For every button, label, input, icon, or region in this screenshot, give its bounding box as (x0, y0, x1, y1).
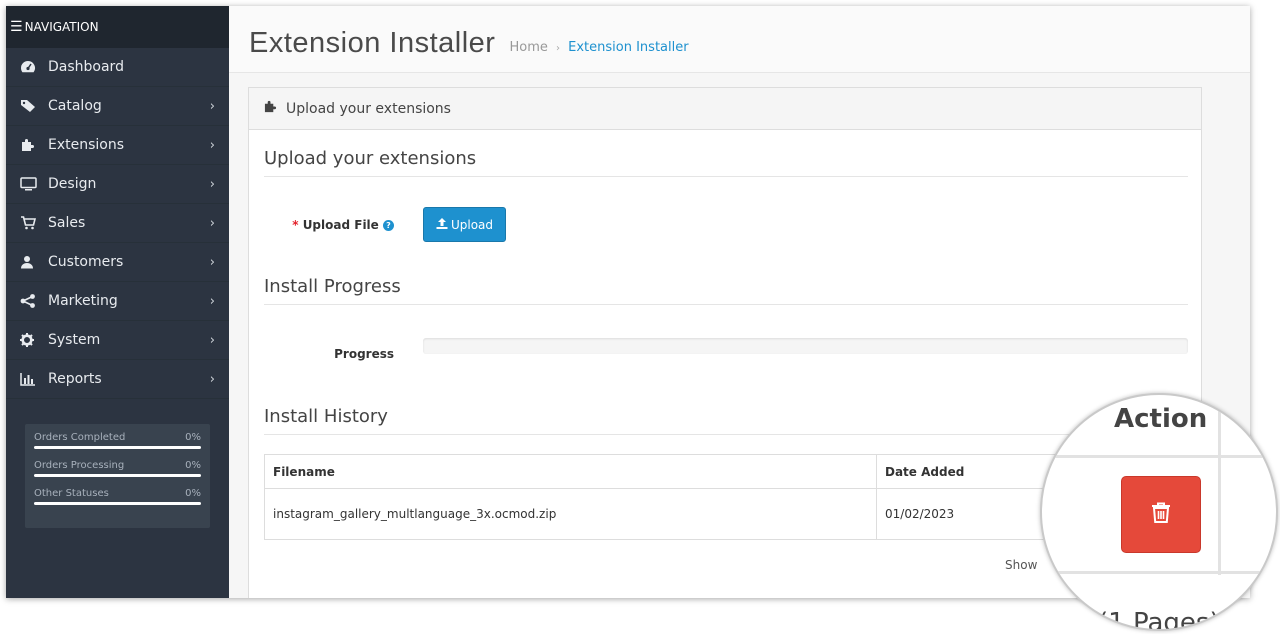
sidebar-item-extensions[interactable]: Extensions › (6, 126, 229, 165)
stat-orders-processing: Orders Processing 0% (34, 460, 201, 477)
column-filename[interactable]: Filename (264, 454, 877, 489)
monitor-icon (20, 177, 48, 191)
panel-heading: Upload your extensions (249, 88, 1201, 130)
breadcrumb-home-link[interactable]: Home (509, 40, 547, 55)
divider (1042, 455, 1276, 458)
stat-progress-bar (34, 474, 201, 477)
stat-label: Orders Processing (34, 460, 125, 471)
sidebar-item-label: Sales (48, 215, 86, 231)
panel-heading-label: Upload your extensions (286, 100, 451, 117)
sidebar-item-customers[interactable]: Customers › (6, 243, 229, 282)
stat-progress-bar (34, 502, 201, 505)
question-circle-icon[interactable]: ? (383, 220, 394, 231)
delete-button[interactable] (1121, 476, 1201, 553)
user-icon (20, 255, 48, 269)
chevron-right-icon: › (209, 372, 215, 387)
trash-icon (1151, 502, 1171, 528)
cell-filename: instagram_gallery_multlanguage_3x.ocmod.… (264, 488, 877, 540)
stat-other-statuses: Other Statuses 0% (34, 488, 201, 505)
sidebar-item-system[interactable]: System › (6, 321, 229, 360)
chevron-right-icon: › (209, 255, 215, 270)
chevron-right-icon: › (209, 333, 215, 348)
stat-orders-completed: Orders Completed 0% (34, 432, 201, 449)
sidebar-item-sales[interactable]: Sales › (6, 204, 229, 243)
install-progress-bar (423, 338, 1188, 354)
upload-button-label: Upload (450, 217, 494, 232)
upload-section-title: Upload your extensions (264, 148, 1188, 177)
sidebar-item-label: Dashboard (48, 59, 124, 75)
upload-icon (436, 217, 448, 232)
stat-value: 0% (185, 488, 201, 499)
upload-file-label: * Upload File ? (279, 218, 394, 232)
progress-label: Progress (334, 347, 394, 361)
navigation-toggle[interactable]: ☰ NAVIGATION (6, 6, 229, 48)
share-icon (20, 294, 48, 308)
zoom-magnifier: Action (1 Pages) (1040, 393, 1278, 631)
chevron-right-icon: › (209, 138, 215, 153)
sidebar-item-label: Marketing (48, 293, 118, 309)
chevron-right-icon: › (209, 216, 215, 231)
breadcrumb-current-link[interactable]: Extension Installer (568, 40, 688, 55)
required-marker: * (292, 218, 299, 232)
stat-progress-bar (34, 446, 201, 449)
puzzle-icon (263, 100, 278, 117)
sidebar-item-dashboard[interactable]: Dashboard (6, 48, 229, 87)
sidebar-item-label: Extensions (48, 137, 125, 153)
menu-icon: ☰ (10, 19, 23, 35)
dashboard-icon (20, 60, 48, 74)
breadcrumb-separator-icon: › (556, 43, 560, 54)
pagination-pages-text: (1 Pages) (1098, 608, 1220, 631)
sidebar-item-label: System (48, 332, 101, 348)
chevron-right-icon: › (209, 99, 215, 114)
upload-button[interactable]: Upload (423, 207, 506, 242)
sidebar-item-label: Reports (48, 371, 102, 387)
upload-file-label-text: Upload File (302, 218, 379, 232)
action-column-header: Action (1114, 404, 1208, 434)
cart-icon (20, 216, 48, 230)
sidebar: ☰ NAVIGATION Dashboard Catalog › Extensi… (6, 6, 229, 598)
sidebar-item-reports[interactable]: Reports › (6, 360, 229, 399)
stat-value: 0% (185, 460, 201, 471)
page-title: Extension Installer (249, 27, 496, 59)
stat-value: 0% (185, 432, 201, 443)
bar-chart-icon (20, 372, 48, 386)
gear-icon (20, 333, 48, 347)
puzzle-icon (20, 138, 48, 152)
sidebar-item-catalog[interactable]: Catalog › (6, 87, 229, 126)
breadcrumb: Home › Extension Installer (509, 40, 688, 55)
sidebar-item-design[interactable]: Design › (6, 165, 229, 204)
divider (1218, 395, 1221, 575)
sidebar-item-label: Customers (48, 254, 124, 270)
sidebar-item-label: Catalog (48, 98, 102, 114)
pagination-summary: Show (1005, 558, 1038, 572)
stat-label: Orders Completed (34, 432, 126, 443)
order-stats-box: Orders Completed 0% Orders Processing 0% O… (25, 424, 210, 528)
install-history-title: Install History (264, 406, 1188, 435)
divider (1042, 571, 1276, 574)
stat-label: Other Statuses (34, 488, 109, 499)
sidebar-item-marketing[interactable]: Marketing › (6, 282, 229, 321)
chevron-right-icon: › (209, 177, 215, 192)
page-header: Extension Installer Home › Extension Ins… (229, 6, 1250, 73)
chevron-right-icon: › (209, 294, 215, 309)
sidebar-item-label: Design (48, 176, 97, 192)
tags-icon (20, 99, 48, 113)
install-progress-title: Install Progress (264, 276, 1188, 305)
navigation-header-label: NAVIGATION (24, 20, 99, 34)
